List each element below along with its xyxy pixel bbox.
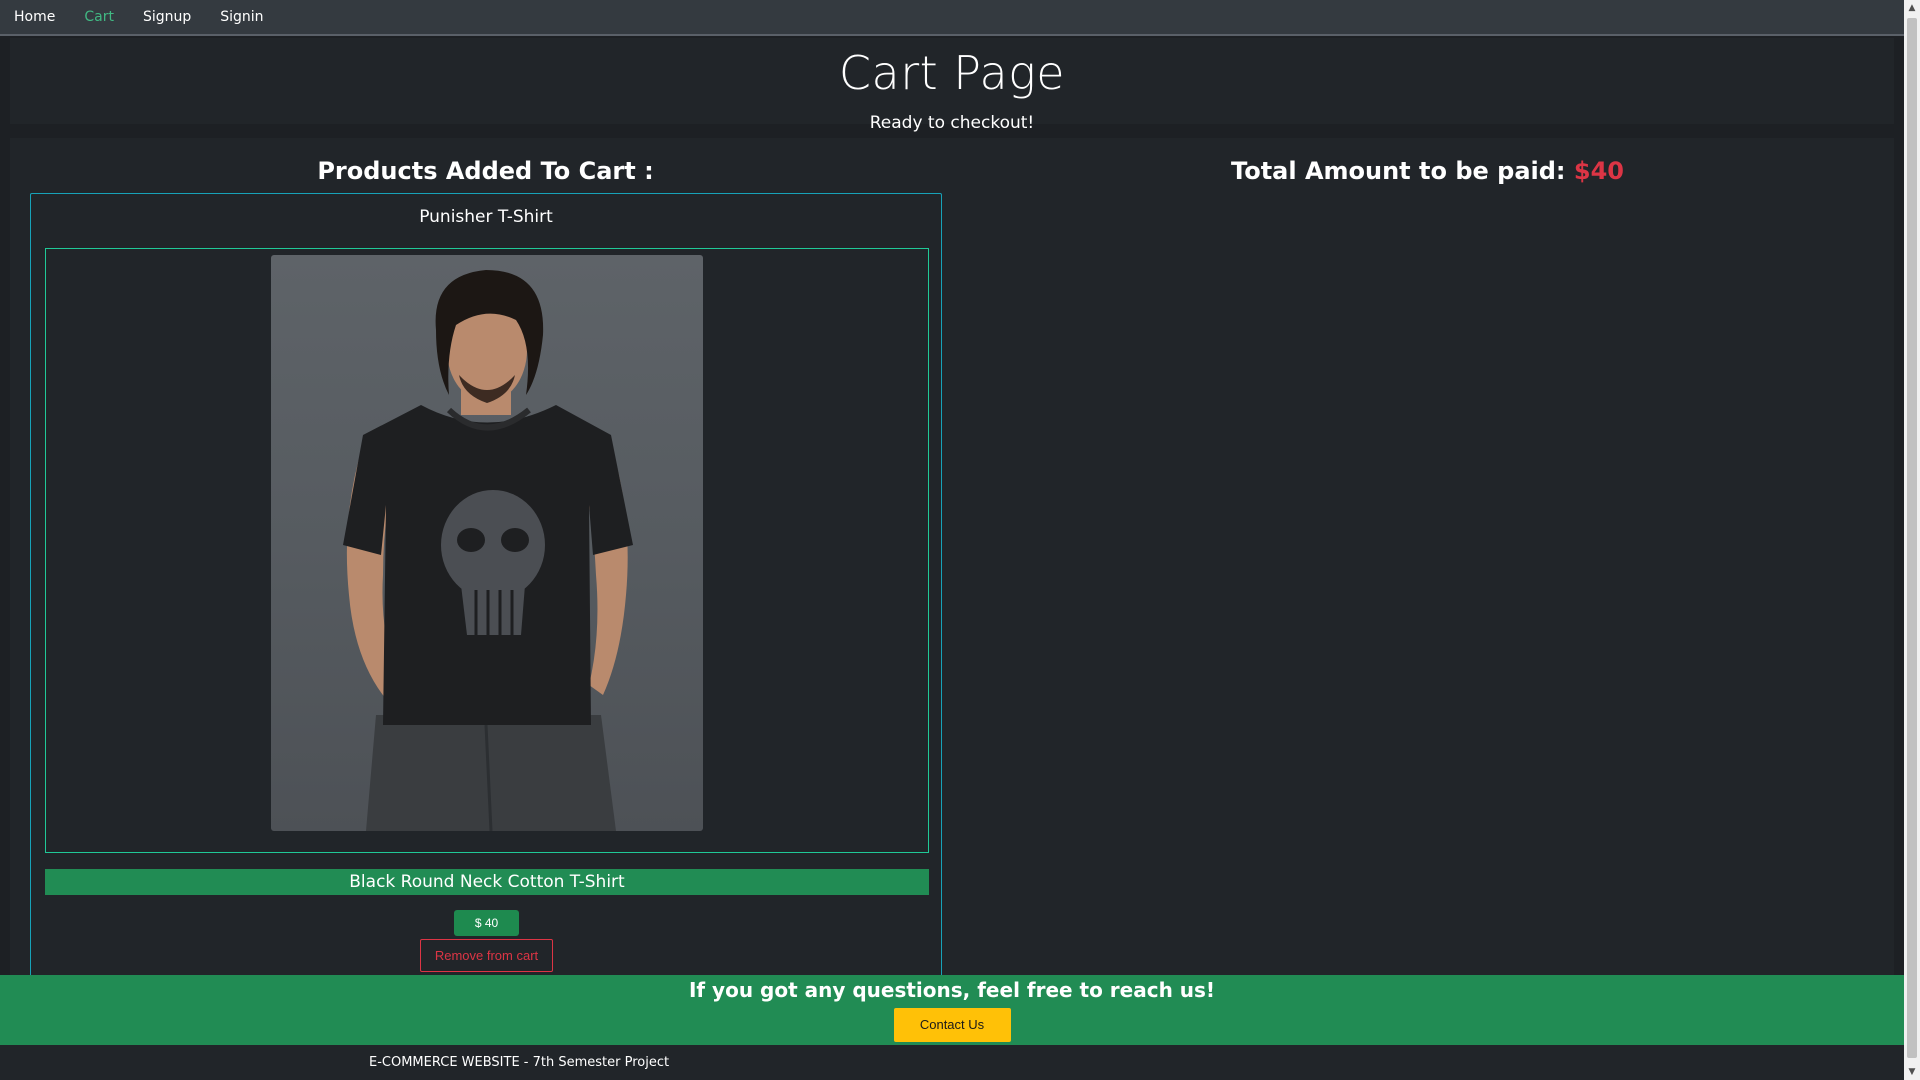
remove-from-cart-button[interactable]: Remove from cart <box>420 939 553 972</box>
tshirt-model-illustration <box>343 270 633 831</box>
nav-cart[interactable]: Cart <box>84 0 114 35</box>
product-description: Black Round Neck Cotton T-Shirt <box>45 869 929 895</box>
cart-total-column: Total Amount to be paid: $40 <box>961 138 1894 186</box>
product-image-frame <box>45 248 929 853</box>
product-name: Punisher T-Shirt <box>419 207 553 227</box>
nav-signin[interactable]: Signin <box>220 0 263 35</box>
scroll-up-arrow-icon[interactable]: ▲ <box>1904 0 1920 16</box>
cta-heading: If you got any questions, feel free to r… <box>688 978 1216 1002</box>
product-card: Punisher T-Shirt Black Round Neck Cotton… <box>30 193 942 1013</box>
page-title: Cart Page <box>838 46 1066 100</box>
products-heading: Products Added To Cart : <box>317 157 654 185</box>
nav-home[interactable]: Home <box>14 0 55 35</box>
page-subtitle: Ready to checkout! <box>869 113 1035 133</box>
price-badge-button[interactable]: $ 40 <box>454 910 519 936</box>
page-header: Cart Page Ready to checkout! <box>10 38 1894 133</box>
top-navbar: Home Cart Signup Signin <box>0 0 1904 36</box>
scrollbar-thumb[interactable] <box>1907 18 1917 1058</box>
cart-main: Products Added To Cart : Punisher T-Shir… <box>10 138 1894 1013</box>
total-label: Total Amount to be paid: <box>1231 157 1566 185</box>
product-image <box>271 255 703 831</box>
contact-us-button[interactable]: Contact Us <box>893 1008 1011 1042</box>
vertical-scrollbar[interactable]: ▲ ▼ <box>1904 0 1920 1080</box>
scroll-down-arrow-icon[interactable]: ▼ <box>1904 1064 1920 1080</box>
cart-products-column: Products Added To Cart : Punisher T-Shir… <box>10 138 961 1013</box>
page: Home Cart Signup Signin Cart Page Ready … <box>0 0 1920 1080</box>
total-amount: $40 <box>1573 157 1624 185</box>
nav-signup[interactable]: Signup <box>143 0 191 35</box>
footer-text: E-COMMERCE WEBSITE - 7th Semester Projec… <box>369 1055 670 1070</box>
total-heading: Total Amount to be paid: $40 <box>961 156 1894 186</box>
site-footer: E-COMMERCE WEBSITE - 7th Semester Projec… <box>0 1045 1904 1080</box>
contact-cta: If you got any questions, feel free to r… <box>0 975 1904 1045</box>
